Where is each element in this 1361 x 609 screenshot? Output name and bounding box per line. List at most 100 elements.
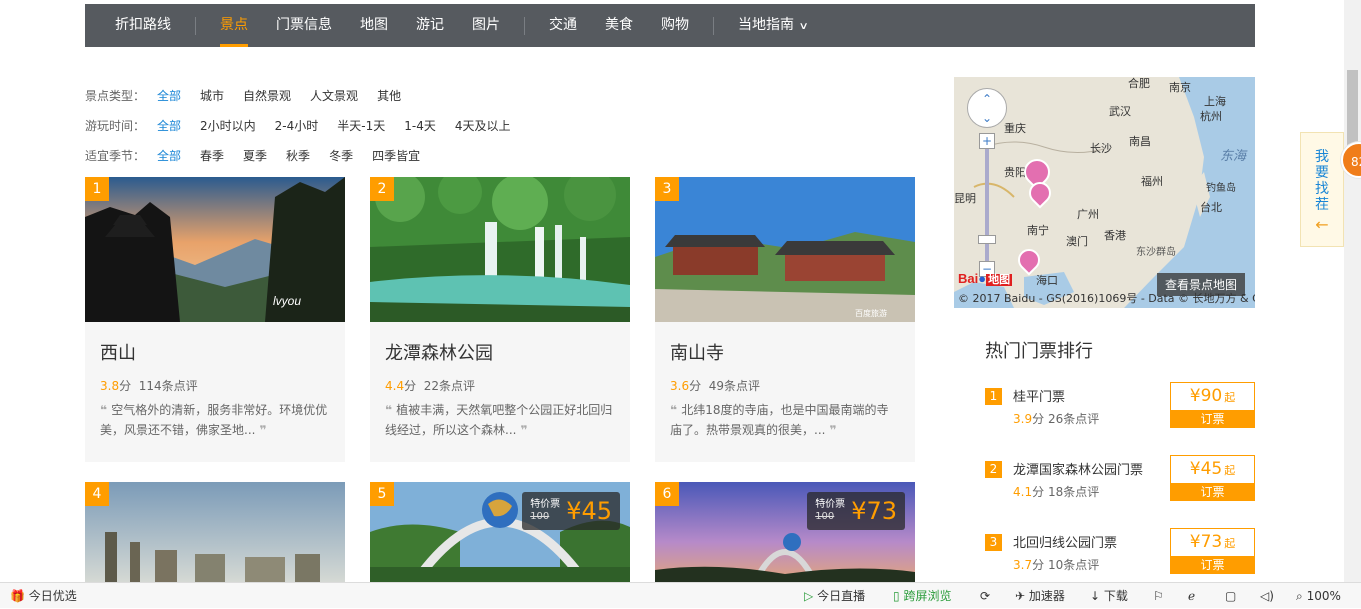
review-quote: ❝ 北纬18度的寺庙，也是中国最南端的寺庙了。热带景观真的很美，... ❞: [670, 400, 900, 440]
nav-item-discount-routes[interactable]: 折扣路线: [101, 4, 185, 47]
book-ticket-button[interactable]: 订票: [1171, 410, 1254, 428]
image-watermark: lvyou: [273, 294, 301, 308]
nav-item-tickets[interactable]: 门票信息: [262, 4, 346, 47]
ticket-name[interactable]: 桂平门票: [1013, 386, 1065, 405]
download-button[interactable]: ↓ 下载: [1090, 583, 1128, 609]
attraction-image[interactable]: 5 特价票 100 ¥45: [370, 482, 630, 582]
special-price-tag[interactable]: 特价票 100 ¥73: [807, 492, 905, 530]
filter-option[interactable]: 2-4小时: [275, 117, 319, 134]
ticket-price-suffix: 起: [1224, 391, 1236, 404]
attraction-card[interactable]: 6 特价票 100 ¥73: [655, 482, 915, 582]
feedback-char: 找: [1315, 181, 1329, 197]
attraction-image[interactable]: lvyou 1: [85, 177, 345, 322]
nav-item-local-guide[interactable]: 当地指南 ∨: [724, 4, 821, 47]
rating-score: 3.8: [100, 379, 120, 393]
filter-option[interactable]: 4天及以上: [455, 117, 511, 134]
filter-option[interactable]: 夏季: [243, 147, 267, 164]
attraction-card[interactable]: 5 特价票 100 ¥45: [370, 482, 630, 582]
filter-option[interactable]: 全部: [157, 117, 181, 134]
baidu-map-logo: Bai● 地图: [958, 271, 1013, 287]
ticket-rank-item[interactable]: 2 龙潭国家森林公园门票 4.1分 18条点评 ¥45 起 订票: [985, 455, 1255, 503]
nav-item-map[interactable]: 地图: [346, 4, 402, 47]
city-label: 福州: [1141, 175, 1163, 188]
zoom-control[interactable]: ⌕ 100%: [1296, 583, 1341, 609]
attraction-card[interactable]: 4: [85, 482, 345, 582]
filter-option[interactable]: 自然景观: [243, 87, 291, 104]
filter-option[interactable]: 其他: [377, 87, 401, 104]
attraction-title[interactable]: 南山寺: [670, 339, 724, 365]
attraction-image[interactable]: 2: [370, 177, 630, 322]
live-label: 今日直播: [817, 589, 866, 603]
attraction-card[interactable]: 百度旅游 3 南山寺 3.6分 49条点评 ❝ 北纬18度的寺庙，也是中国最南端…: [655, 177, 915, 462]
book-ticket-button[interactable]: 订票: [1171, 483, 1254, 501]
flag-icon[interactable]: ⚐: [1153, 583, 1164, 609]
review-count[interactable]: 49条点评: [709, 379, 760, 393]
arrow-up-icon[interactable]: ⌃: [982, 92, 992, 106]
window-icon[interactable]: ▢: [1225, 583, 1236, 609]
filter-option[interactable]: 秋季: [286, 147, 310, 164]
zoom-level: 100%: [1306, 589, 1341, 603]
attraction-image[interactable]: 6 特价票 100 ¥73: [655, 482, 915, 582]
filter-option[interactable]: 半天-1天: [337, 117, 385, 134]
accelerator-button[interactable]: ✈ 加速器: [1015, 583, 1065, 609]
attraction-image[interactable]: 4: [85, 482, 345, 582]
filter-option[interactable]: 四季皆宜: [372, 147, 420, 164]
attraction-card[interactable]: 2 龙潭森林公园 4.4分 22条点评 ❝ 植被丰满，天然氧吧整个公园正好北回归…: [370, 177, 630, 462]
nav-item-shopping[interactable]: 购物: [647, 4, 703, 47]
nav-divider: [713, 16, 714, 35]
nav-item-transport[interactable]: 交通: [535, 4, 591, 47]
close-quote-icon: ❞: [255, 423, 267, 437]
feedback-char: 我: [1315, 149, 1329, 165]
ticket-price-box[interactable]: ¥90 起 订票: [1170, 382, 1255, 428]
filter-option[interactable]: 人文景观: [310, 87, 358, 104]
speaker-icon[interactable]: ◁): [1260, 583, 1274, 609]
scenic-map[interactable]: 合肥 南京 上海 武汉 杭州 重庆 长沙 南昌 贵阳 福州 钓鱼岛 台北 广州 …: [954, 77, 1255, 308]
vertical-scrollbar[interactable]: [1344, 0, 1361, 582]
ticket-name[interactable]: 龙潭国家森林公园门票: [1013, 459, 1143, 478]
filter-option[interactable]: 全部: [157, 87, 181, 104]
attraction-card[interactable]: lvyou 1 西山 3.8分 114条点评 ❝ 空气格外的清新，服务非常好。环…: [85, 177, 345, 462]
live-button[interactable]: ▷ 今日直播: [804, 583, 865, 609]
filter-option[interactable]: 冬季: [329, 147, 353, 164]
ie-icon[interactable]: ℯ: [1188, 583, 1195, 609]
filter-option[interactable]: 春季: [200, 147, 224, 164]
cross-screen-button[interactable]: ▯ 跨屏浏览: [893, 583, 951, 609]
arrow-left-icon: ←: [1315, 215, 1329, 234]
feedback-tab[interactable]: 我 要 找 茬 ←: [1300, 132, 1344, 247]
nav-item-photos[interactable]: 图片: [458, 4, 514, 47]
ticket-name[interactable]: 北回归线公园门票: [1013, 532, 1117, 551]
attraction-title[interactable]: 龙潭森林公园: [385, 339, 493, 365]
close-quote-icon: ❞: [825, 423, 837, 437]
today-picks[interactable]: 🎁 今日优选: [10, 583, 77, 609]
city-label: 武汉: [1109, 105, 1131, 118]
ticket-price-suffix: 起: [1224, 464, 1236, 477]
refresh-icon[interactable]: ⟳: [980, 583, 990, 609]
review-count[interactable]: 114条点评: [139, 379, 198, 393]
filter-option[interactable]: 2小时以内: [200, 117, 256, 134]
zoom-in-button[interactable]: +: [979, 133, 995, 149]
review-count: 10条点评: [1047, 558, 1100, 572]
review-count[interactable]: 22条点评: [424, 379, 475, 393]
rating-unit: 分: [119, 379, 132, 393]
map-pan-control[interactable]: ⌃ ⌄: [967, 88, 1007, 128]
nav-item-attractions[interactable]: 景点: [206, 4, 262, 47]
filter-option[interactable]: 1-4天: [404, 117, 436, 134]
ticket-price-box[interactable]: ¥45 起 订票: [1170, 455, 1255, 501]
arrow-down-icon[interactable]: ⌄: [982, 111, 992, 125]
special-price: ¥45: [566, 497, 612, 525]
zoom-handle[interactable]: [978, 235, 996, 244]
zoom-slider[interactable]: [985, 149, 989, 261]
ticket-rank-item[interactable]: 3 北回归线公园门票 3.7分 10条点评 ¥73 起 订票: [985, 528, 1255, 576]
attraction-image[interactable]: 百度旅游 3: [655, 177, 915, 322]
ticket-price-box[interactable]: ¥73 起 订票: [1170, 528, 1255, 574]
nav-item-food[interactable]: 美食: [591, 4, 647, 47]
special-price-tag[interactable]: 特价票 100 ¥45: [522, 492, 620, 530]
nav-item-travelogue[interactable]: 游记: [402, 4, 458, 47]
attraction-rating: 3.8分 114条点评: [100, 377, 198, 394]
rating-score: 3.6: [670, 379, 690, 393]
filter-option[interactable]: 全部: [157, 147, 181, 164]
book-ticket-button[interactable]: 订票: [1171, 556, 1254, 574]
attraction-title[interactable]: 西山: [100, 339, 136, 365]
filter-option[interactable]: 城市: [200, 87, 224, 104]
ticket-rank-item[interactable]: 1 桂平门票 3.9分 26条点评 ¥90 起 订票: [985, 382, 1255, 430]
